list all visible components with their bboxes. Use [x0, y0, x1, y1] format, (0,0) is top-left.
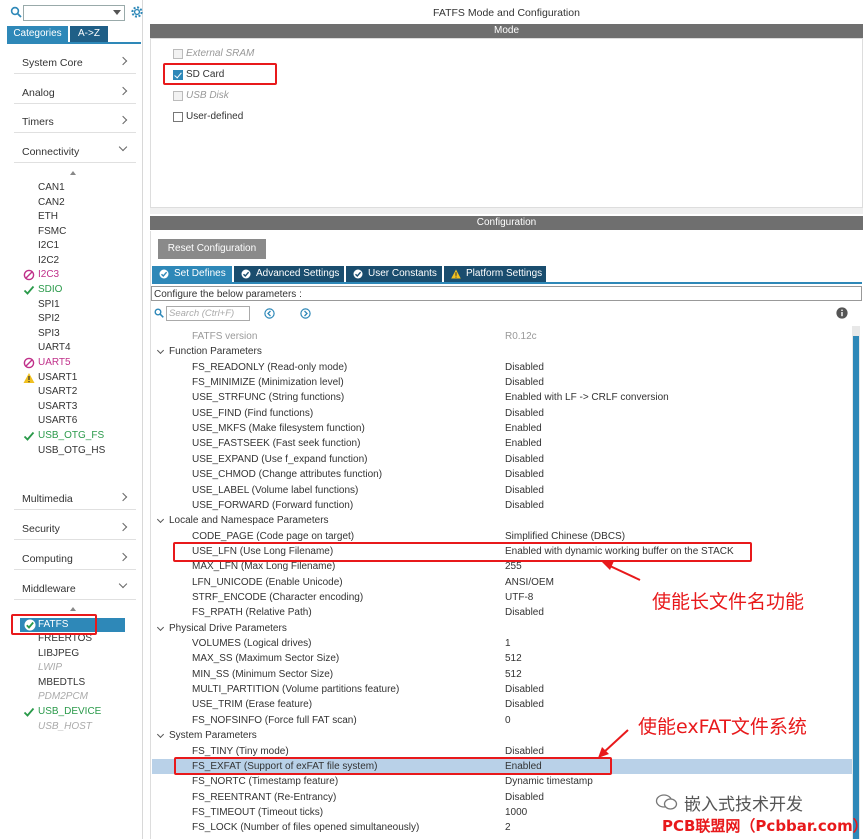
wechat-icon: [655, 794, 678, 810]
annotation-lfn-note: 使能长文件名功能: [652, 591, 805, 613]
annotation-exfat-note: 使能exFAT文件系统: [638, 716, 807, 738]
watermark-site: PCB联盟网（Pcbbar.com）: [662, 817, 865, 835]
watermark-title: 嵌入式技术开发: [684, 795, 803, 815]
